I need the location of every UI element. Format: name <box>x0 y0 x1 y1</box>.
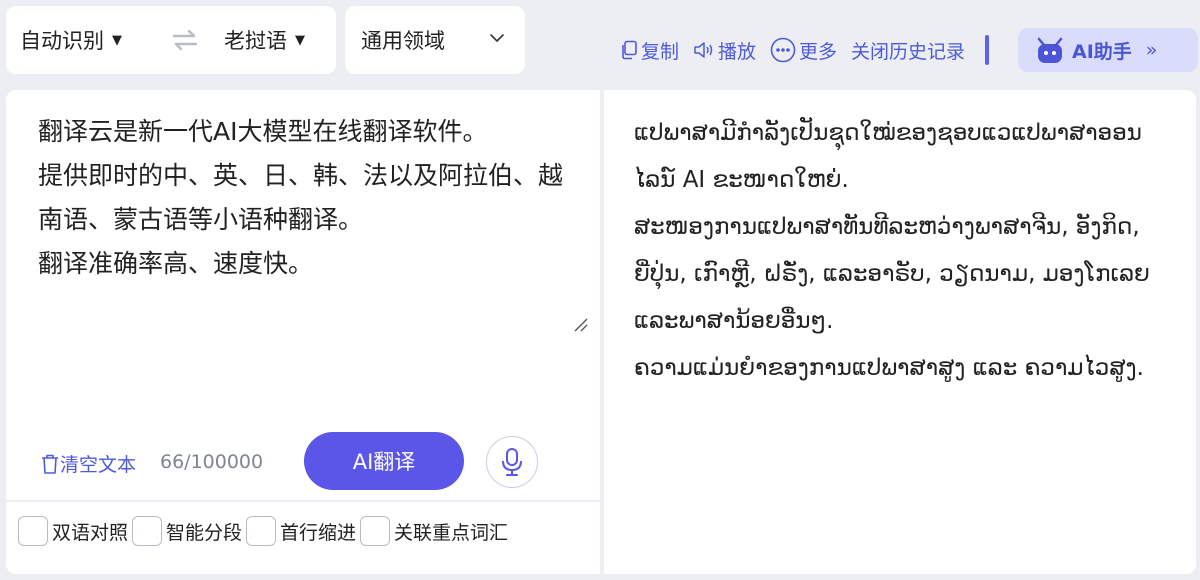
result-toolbar: 复制 播放 更多 关闭历史记录 <box>620 34 997 66</box>
target-language-label: 老挝语 <box>224 29 287 53</box>
ai-translate-label: AI翻译 <box>352 450 416 474</box>
panel-divider <box>6 500 600 502</box>
source-action-row: 清空文本 66/100000 AI翻译 <box>6 430 600 496</box>
close-history-label: 关闭历史记录 <box>851 40 966 63</box>
translation-options: 双语对照 智能分段 首行缩进 关联重点词汇 <box>18 516 512 546</box>
play-label: 播放 <box>718 40 757 63</box>
copy-label: 复制 <box>641 40 680 63</box>
more-label: 更多 <box>799 40 838 63</box>
key-vocabulary-checkbox[interactable] <box>360 516 391 546</box>
source-language-select[interactable]: 自动识别 ▼ <box>20 25 122 55</box>
language-selector-bar: 自动识别 ▼ 老挝语 ▼ <box>6 6 336 74</box>
microphone-button[interactable] <box>486 436 538 488</box>
copy-button[interactable]: 复制 <box>620 37 679 64</box>
source-text-input[interactable]: 翻译云是新一代AI大模型在线翻译软件。 提供即时的中、英、日、韩、法以及阿拉伯、… <box>38 110 578 286</box>
copy-icon <box>622 40 637 60</box>
domain-select[interactable]: 通用领域 <box>345 6 525 74</box>
play-button[interactable]: 播放 <box>693 37 756 64</box>
more-dots-icon <box>770 37 796 63</box>
swap-languages-icon[interactable] <box>170 28 200 52</box>
microphone-icon <box>502 448 522 476</box>
ai-assistant-label: AI助手 <box>1072 40 1132 63</box>
ai-assistant-button[interactable]: AI助手 » <box>1018 28 1198 72</box>
option-key-vocabulary[interactable]: 关联重点词汇 <box>360 516 508 546</box>
first-line-indent-label: 首行缩进 <box>280 521 357 544</box>
first-line-indent-checkbox[interactable] <box>246 516 277 546</box>
more-button[interactable]: 更多 <box>770 37 837 64</box>
target-language-select[interactable]: 老挝语 ▼ <box>224 25 305 55</box>
speaker-icon <box>694 42 713 58</box>
trash-icon <box>42 454 58 474</box>
bilingual-checkbox[interactable] <box>18 516 48 546</box>
chevron-down-icon <box>490 34 504 42</box>
smart-paragraph-checkbox[interactable] <box>132 516 163 546</box>
translated-text: ແປພາສາມີກຳລັງເປັນຊຸດໃໝ່ຂອງຊອບແວແປພາສາອອນ… <box>634 120 1150 381</box>
clear-text-button[interactable]: 清空文本 <box>40 450 136 477</box>
ai-robot-icon <box>1037 37 1063 63</box>
source-panel: 翻译云是新一代AI大模型在线翻译软件。 提供即时的中、英、日、韩、法以及阿拉伯、… <box>6 90 600 574</box>
close-history-button[interactable]: 关闭历史记录 <box>851 37 965 64</box>
toolbar-divider <box>985 35 990 65</box>
clear-text-label: 清空文本 <box>60 454 137 476</box>
option-first-line-indent[interactable]: 首行缩进 <box>246 516 356 546</box>
source-language-label: 自动识别 <box>20 29 104 53</box>
option-smart-paragraph[interactable]: 智能分段 <box>132 516 242 546</box>
result-panel: ແປພາສາມີກຳລັງເປັນຊຸດໃໝ່ຂອງຊອບແວແປພາສາອອນ… <box>604 90 1196 574</box>
smart-paragraph-label: 智能分段 <box>166 521 243 544</box>
domain-label: 通用领域 <box>361 29 445 53</box>
double-chevron-right-icon: » <box>1145 39 1158 61</box>
caret-down-icon: ▼ <box>295 32 305 48</box>
resize-handle-icon[interactable] <box>572 316 588 332</box>
key-vocabulary-label: 关联重点词汇 <box>394 521 509 544</box>
option-bilingual[interactable]: 双语对照 <box>18 516 128 546</box>
bilingual-label: 双语对照 <box>52 521 129 544</box>
ai-translate-button[interactable]: AI翻译 <box>304 432 464 490</box>
caret-down-icon: ▼ <box>112 32 122 48</box>
character-count: 66/100000 <box>160 451 264 473</box>
